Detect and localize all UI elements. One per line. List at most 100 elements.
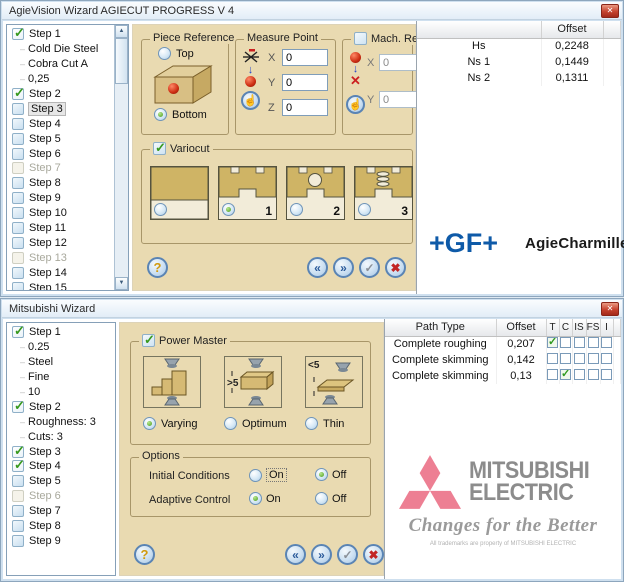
tree-item[interactable]: Step 2 [7, 87, 128, 102]
step-checkbox-icon[interactable] [12, 267, 24, 279]
is-checkbox[interactable] [574, 353, 585, 364]
tree-item[interactable]: Step 2 [7, 399, 115, 414]
step-checkbox-icon[interactable] [12, 103, 24, 115]
step-checkbox-icon[interactable] [12, 520, 24, 532]
tree-item[interactable]: Step 15 [7, 280, 128, 291]
fs-checkbox[interactable] [588, 369, 599, 380]
step-checkbox-icon[interactable] [12, 207, 24, 219]
variocut-option-plain[interactable] [150, 166, 209, 220]
c-checkbox[interactable] [560, 337, 571, 348]
step-checkbox-icon[interactable] [12, 237, 24, 249]
tree-item[interactable]: Step 3 [7, 101, 128, 116]
variocut-radio-1[interactable] [222, 203, 235, 216]
variocut-option-3[interactable]: 3 [354, 166, 413, 220]
power-master-checkbox[interactable] [142, 334, 155, 347]
accept-button[interactable]: ✓ [359, 257, 380, 278]
thin-label[interactable]: Thin [323, 418, 344, 430]
measure-x-input[interactable] [282, 49, 328, 66]
adaptive-control-on-radio[interactable] [249, 492, 262, 505]
optimum-label[interactable]: Optimum [242, 418, 287, 430]
varying-label[interactable]: Varying [161, 418, 197, 430]
step-checkbox-icon[interactable] [12, 460, 24, 472]
accept-button[interactable]: ✓ [337, 544, 358, 565]
cancel-button[interactable]: ✖ [385, 257, 406, 278]
forward-button[interactable]: » [311, 544, 332, 565]
i-checkbox[interactable] [601, 369, 612, 380]
radio-top-label[interactable]: Top [176, 48, 194, 60]
measure-y-input[interactable] [282, 74, 328, 91]
tree-item[interactable]: Step 4 [7, 116, 128, 131]
step-checkbox-icon[interactable] [12, 28, 24, 40]
power-master-title[interactable]: Power Master [159, 335, 227, 347]
step-checkbox-icon[interactable] [12, 401, 24, 413]
tree-item[interactable]: –0.25 [7, 340, 115, 355]
step-checkbox-icon[interactable] [12, 133, 24, 145]
tree-item[interactable]: Step 1 [7, 325, 115, 340]
varying-radio[interactable] [143, 417, 156, 430]
tree-item[interactable]: Step 11 [7, 221, 128, 236]
cancel-button[interactable]: ✖ [363, 544, 384, 565]
t-checkbox[interactable] [547, 337, 558, 348]
radio-bottom[interactable] [154, 108, 167, 121]
mach-ref-checkbox[interactable] [354, 32, 367, 45]
power-option-optimum[interactable]: >5 Optimum [224, 356, 282, 430]
tree-item[interactable]: –Cobra Cut A [7, 57, 128, 72]
tree-item[interactable]: Step 12 [7, 235, 128, 250]
i-checkbox[interactable] [601, 337, 612, 348]
radio-bottom-label[interactable]: Bottom [172, 109, 207, 121]
scroll-down-icon[interactable]: ▼ [115, 277, 128, 290]
step-checkbox-icon[interactable] [12, 535, 24, 547]
variocut-title[interactable]: Variocut [170, 143, 210, 155]
variocut-option-1[interactable]: 1 [218, 166, 277, 220]
variocut-radio-0[interactable] [154, 203, 167, 216]
radio-top[interactable] [158, 47, 171, 60]
close-icon[interactable]: ✕ [601, 4, 619, 18]
tree-item[interactable]: Step 10 [7, 206, 128, 221]
step-checkbox-icon[interactable] [12, 148, 24, 160]
tree-item[interactable]: Step 9 [7, 533, 115, 548]
help-button[interactable]: ? [134, 544, 155, 565]
step-checkbox-icon[interactable] [12, 282, 24, 291]
step-checkbox-icon[interactable] [12, 177, 24, 189]
touch-probe-button[interactable]: ☝ [241, 91, 260, 110]
t-checkbox[interactable] [547, 353, 558, 364]
tree-scrollbar[interactable]: ▲ ▼ [114, 25, 128, 290]
mitsubishi-titlebar[interactable]: Mitsubishi Wizard ✕ [2, 300, 622, 318]
back-button[interactable]: « [285, 544, 306, 565]
tree-item[interactable]: Step 1 [7, 27, 128, 42]
touch-probe-button[interactable]: ☝ [346, 95, 365, 114]
tree-item[interactable]: –0,25 [7, 72, 128, 87]
adaptive-control-off-label[interactable]: Off [332, 493, 346, 505]
i-checkbox[interactable] [601, 353, 612, 364]
help-button[interactable]: ? [147, 257, 168, 278]
thin-radio[interactable] [305, 417, 318, 430]
measure-z-input[interactable] [282, 99, 328, 116]
is-checkbox[interactable] [574, 337, 585, 348]
power-option-thin[interactable]: <5 [305, 356, 363, 430]
tree-item[interactable]: Step 9 [7, 191, 128, 206]
variocut-checkbox[interactable] [153, 142, 166, 155]
fs-checkbox[interactable] [588, 337, 599, 348]
tree-item[interactable]: Step 6 [7, 146, 128, 161]
tree-item[interactable]: –Cold Die Steel [7, 42, 128, 57]
tree-item[interactable]: –Roughness: 3 [7, 414, 115, 429]
initial-conditions-on-radio[interactable] [249, 469, 262, 482]
adaptive-control-off-radio[interactable] [315, 492, 328, 505]
agie-titlebar[interactable]: AgieVision Wizard AGIECUT PROGRESS V 4 ✕ [2, 2, 622, 20]
step-checkbox-icon[interactable] [12, 192, 24, 204]
step-checkbox-icon[interactable] [12, 222, 24, 234]
step-checkbox-icon[interactable] [12, 505, 24, 517]
initial-conditions-off-radio[interactable] [315, 468, 328, 481]
t-checkbox[interactable] [547, 369, 558, 380]
tree-item[interactable]: Step 7 [7, 504, 115, 519]
scrollbar-thumb[interactable] [115, 38, 128, 84]
step-checkbox-icon[interactable] [12, 326, 24, 338]
close-icon[interactable]: ✕ [601, 302, 619, 316]
variocut-radio-2[interactable] [290, 203, 303, 216]
is-checkbox[interactable] [574, 369, 585, 380]
tree-item[interactable]: Step 5 [7, 131, 128, 146]
scroll-up-icon[interactable]: ▲ [115, 25, 128, 38]
tree-item[interactable]: Step 8 [7, 519, 115, 534]
fs-checkbox[interactable] [588, 353, 599, 364]
initial-conditions-on-label[interactable]: On [266, 468, 287, 482]
